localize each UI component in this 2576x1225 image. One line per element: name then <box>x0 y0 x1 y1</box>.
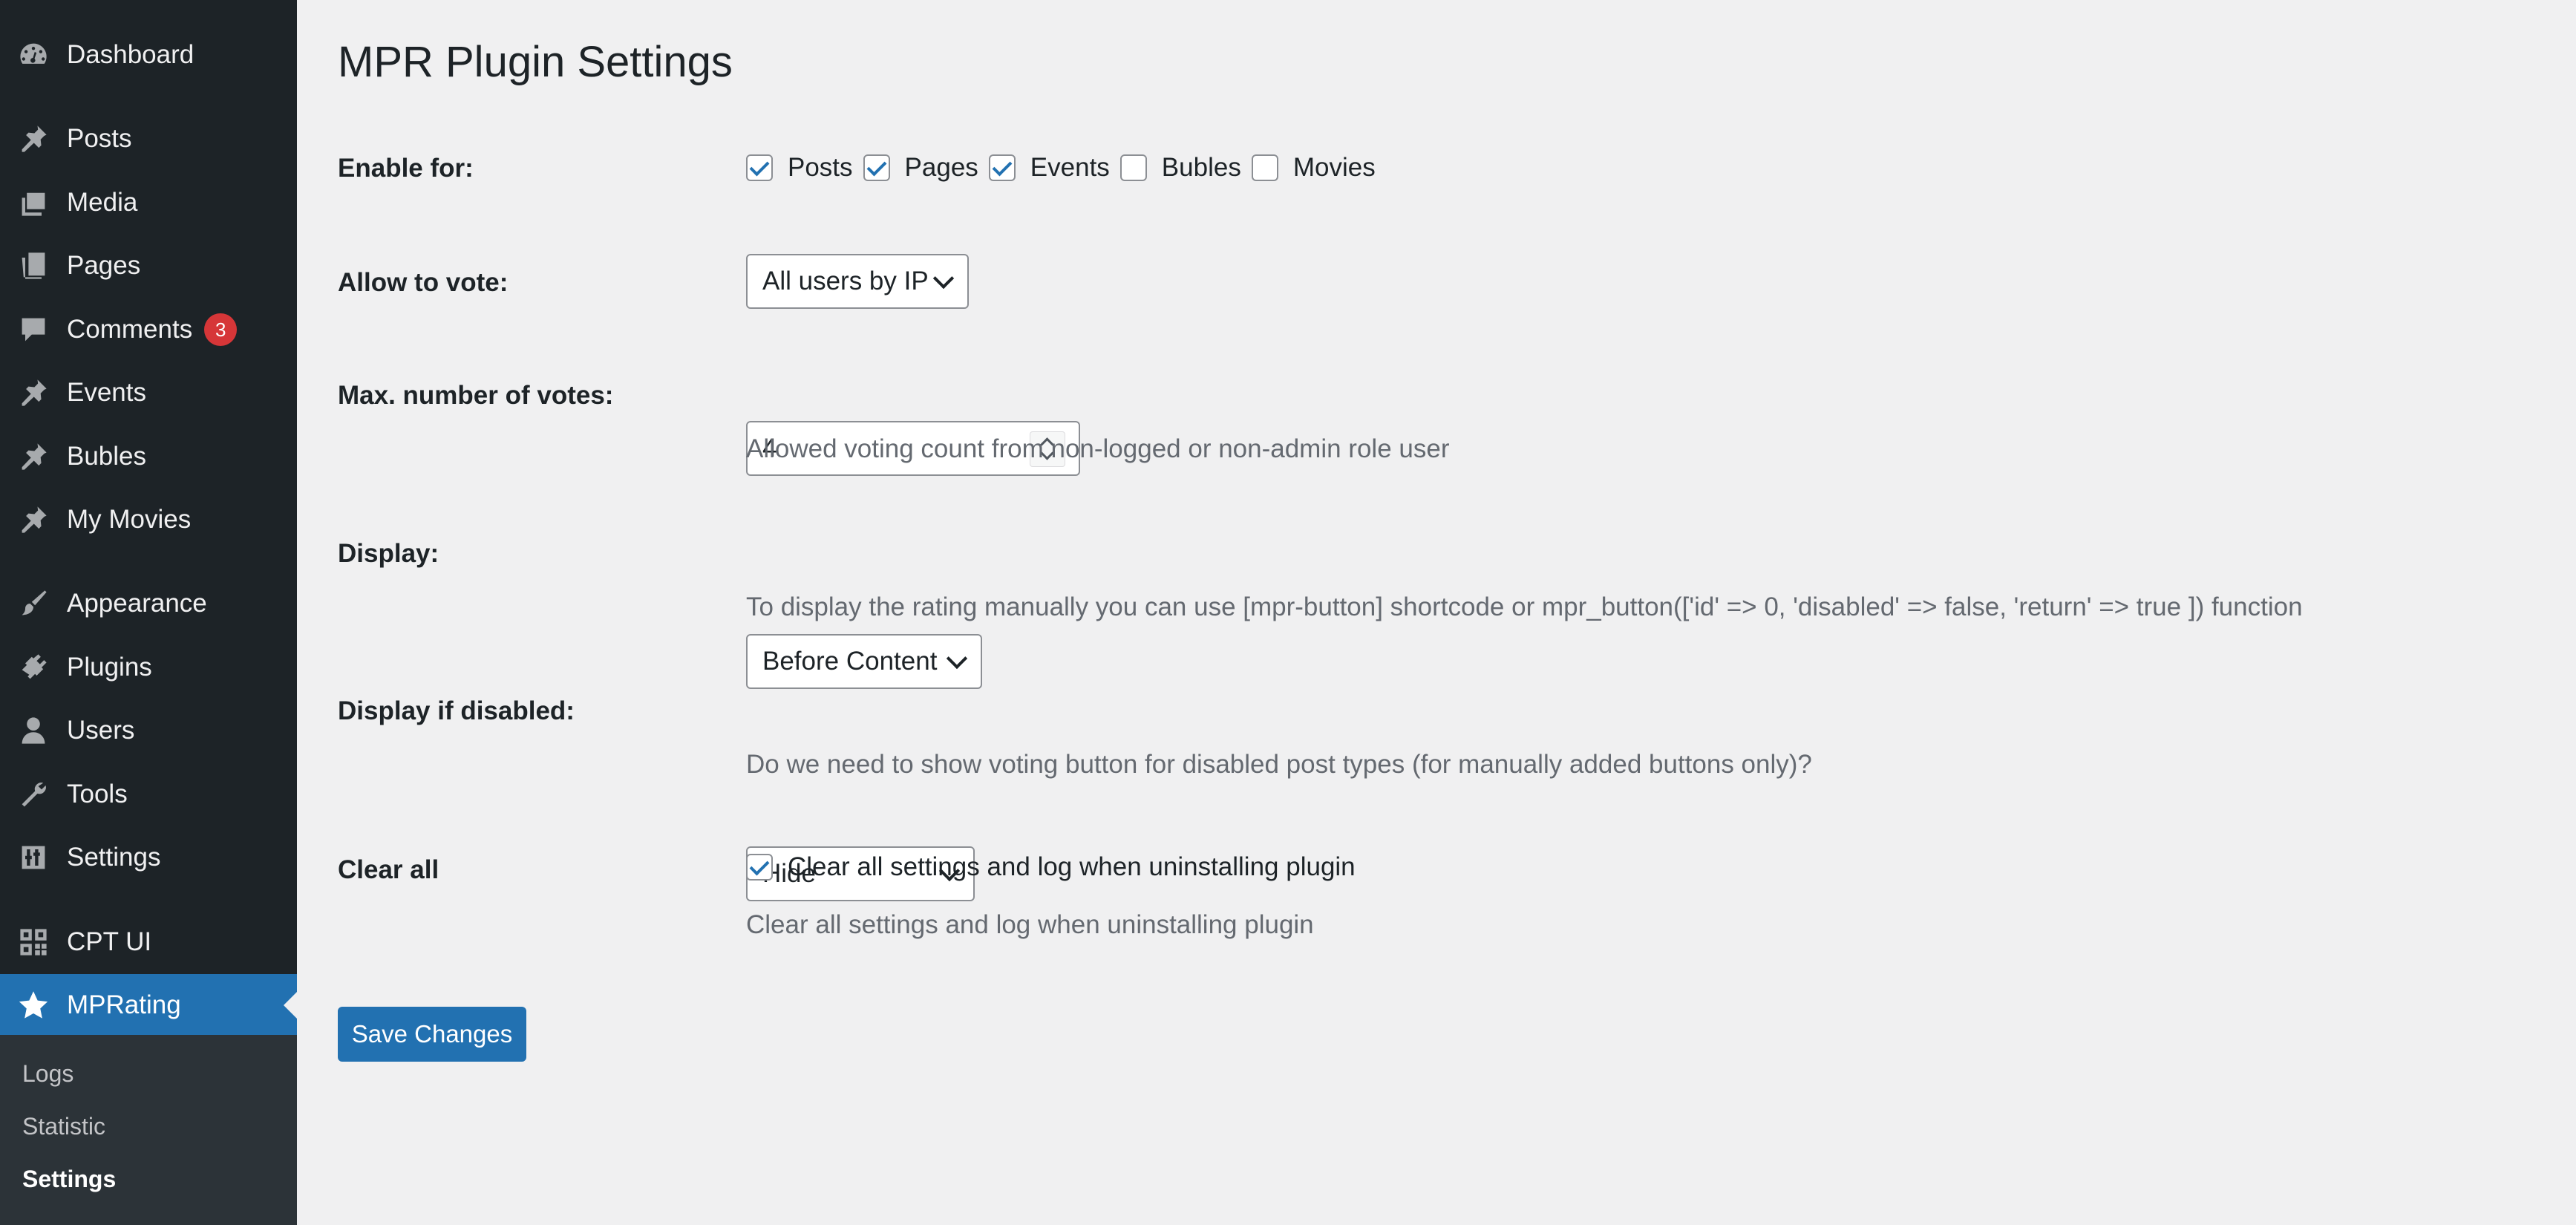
display-if-disabled-label: Display if disabled: <box>338 696 575 725</box>
bubles-checkbox-label: Bubles <box>1161 153 1241 182</box>
events-checkbox-label: Events <box>1030 153 1110 182</box>
pages-icon <box>16 249 50 283</box>
clear-all-option: Clear all settings and log when uninstal… <box>746 852 1366 882</box>
sidebar-item-label: CPT UI <box>67 927 152 956</box>
sidebar-item-label: Tools <box>67 780 128 808</box>
sidebar-item-label: Events <box>67 378 146 407</box>
sidebar-item-cpt-ui[interactable]: CPT UI <box>0 916 297 968</box>
comment-icon <box>16 313 50 347</box>
wrench-icon <box>16 777 50 811</box>
allow-to-vote-select[interactable]: All users by IP <box>746 254 969 309</box>
pin-icon <box>16 376 50 410</box>
grid-icon <box>16 925 50 959</box>
clear-all-description: Clear all settings and log when uninstal… <box>746 910 1314 939</box>
mprating-submenu: Logs Statistic Settings <box>0 1035 297 1225</box>
pages-checkbox[interactable] <box>863 154 890 181</box>
sidebar-item-bubles[interactable]: Bubles <box>0 431 297 483</box>
sidebar-item-users[interactable]: Users <box>0 705 297 757</box>
pin-icon <box>16 122 50 156</box>
sidebar-item-label: Pages <box>67 251 141 280</box>
current-menu-arrow <box>284 992 297 1019</box>
comments-count-badge: 3 <box>204 313 238 346</box>
sidebar-item-plugins[interactable]: Plugins <box>0 641 297 693</box>
pin-icon <box>16 503 50 537</box>
display-value: Before Content <box>762 647 938 676</box>
chevron-down-icon <box>932 267 955 290</box>
display-select[interactable]: Before Content <box>746 634 982 689</box>
sidebar-item-events[interactable]: Events <box>0 367 297 419</box>
pages-checkbox-label: Pages <box>904 153 978 182</box>
max-votes-label: Max. number of votes: <box>338 381 614 410</box>
submenu-item-settings[interactable]: Settings <box>22 1166 116 1193</box>
posts-checkbox-label: Posts <box>788 153 853 182</box>
enable-for-label: Enable for: <box>338 154 474 183</box>
sidebar-item-label: My Movies <box>67 505 192 534</box>
chevron-down-icon <box>946 647 968 670</box>
admin-sidebar: Dashboard Posts Media Pages Comments 3 E… <box>0 0 297 1225</box>
clear-all-checkbox[interactable] <box>746 854 773 881</box>
page-title: MPR Plugin Settings <box>338 38 733 86</box>
sidebar-item-mprating[interactable]: MPRating <box>0 974 297 1036</box>
sidebar-item-comments[interactable]: Comments 3 <box>0 304 297 356</box>
posts-checkbox[interactable] <box>746 154 773 181</box>
sidebar-item-tools[interactable]: Tools <box>0 768 297 820</box>
sidebar-item-my-movies[interactable]: My Movies <box>0 494 297 546</box>
clear-all-label: Clear all <box>338 855 439 884</box>
sidebar-item-settings[interactable]: Settings <box>0 832 297 883</box>
save-changes-button[interactable]: Save Changes <box>338 1007 526 1062</box>
sidebar-item-pages[interactable]: Pages <box>0 240 297 292</box>
clear-all-checkbox-label: Clear all settings and log when uninstal… <box>788 852 1356 881</box>
sidebar-item-posts[interactable]: Posts <box>0 113 297 165</box>
submenu-item-logs[interactable]: Logs <box>22 1060 73 1088</box>
events-checkbox[interactable] <box>988 154 1016 181</box>
display-description: To display the rating manually you can u… <box>746 592 2303 621</box>
sidebar-item-label: Media <box>67 188 138 217</box>
movies-checkbox-label: Movies <box>1292 153 1376 182</box>
sidebar-item-label: Users <box>67 716 135 745</box>
dashboard-icon <box>16 38 50 72</box>
allow-to-vote-label: Allow to vote: <box>338 268 509 297</box>
user-icon <box>16 713 50 748</box>
enable-for-options: Posts Pages Events Bubles Movies <box>746 153 1386 183</box>
brush-icon <box>16 587 50 621</box>
submenu-item-statistic[interactable]: Statistic <box>22 1113 105 1140</box>
sidebar-item-label: Bubles <box>67 442 147 471</box>
star-icon <box>16 988 50 1022</box>
max-votes-description: Allowed voting count from non-logged or … <box>746 434 1450 463</box>
sidebar-item-media[interactable]: Media <box>0 177 297 229</box>
sidebar-item-label: Comments <box>67 315 193 344</box>
pin-icon <box>16 440 50 474</box>
bubles-checkbox[interactable] <box>1119 154 1147 181</box>
plugin-icon <box>16 650 50 685</box>
sidebar-item-appearance[interactable]: Appearance <box>0 578 297 630</box>
main-content: MPR Plugin Settings Enable for: Posts Pa… <box>297 0 2576 1225</box>
sidebar-item-label: Settings <box>67 843 161 872</box>
movies-checkbox[interactable] <box>1251 154 1278 181</box>
sidebar-item-label: Plugins <box>67 653 152 682</box>
media-icon <box>16 186 50 220</box>
settings-icon <box>16 840 50 875</box>
sidebar-item-label: Dashboard <box>67 40 194 69</box>
sidebar-item-dashboard[interactable]: Dashboard <box>0 29 297 81</box>
sidebar-item-label: Posts <box>67 124 132 153</box>
sidebar-item-label: Appearance <box>67 589 207 618</box>
display-if-disabled-description: Do we need to show voting button for dis… <box>746 750 1812 779</box>
display-label: Display: <box>338 539 439 568</box>
allow-to-vote-value: All users by IP <box>762 267 929 295</box>
sidebar-item-label: MPRating <box>67 990 181 1019</box>
